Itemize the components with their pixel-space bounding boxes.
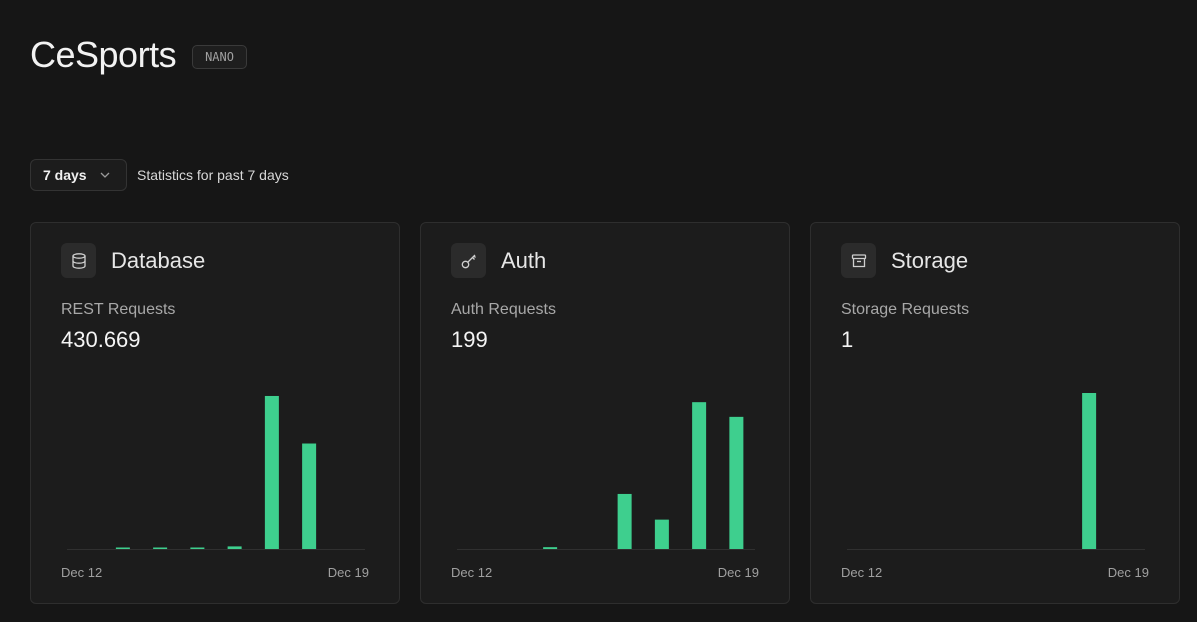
bar-dec-13[interactable] xyxy=(115,547,130,550)
bar-dec-16[interactable] xyxy=(617,493,632,549)
auth-requests-chart xyxy=(457,402,755,550)
bar-dec-18[interactable] xyxy=(302,443,317,549)
range-select[interactable]: 7 days xyxy=(30,159,127,191)
x-axis-end-label: Dec 19 xyxy=(1107,565,1149,580)
range-select-label: 7 days xyxy=(43,167,87,183)
bar-dec-16[interactable] xyxy=(227,546,242,549)
rest-requests-chart xyxy=(67,395,365,550)
filter-description: Statistics for past 7 days xyxy=(137,167,289,183)
database-card[interactable]: Database REST Requests 430.669 Dec 12 De… xyxy=(30,222,400,604)
x-axis-start-label: Dec 12 xyxy=(841,565,883,580)
bar-dec-14[interactable] xyxy=(153,547,168,550)
plan-badge: NANO xyxy=(192,45,247,69)
storage-requests-chart xyxy=(847,393,1145,550)
x-axis-start-label: Dec 12 xyxy=(61,565,103,580)
page-title: CeSports xyxy=(30,34,177,75)
x-axis-end-label: Dec 19 xyxy=(327,565,369,580)
bar-dec-19[interactable] xyxy=(729,416,744,549)
x-axis-end-label: Dec 19 xyxy=(717,565,759,580)
chevron-down-icon xyxy=(100,172,110,178)
bar-dec-14[interactable] xyxy=(543,547,558,549)
x-axis-start-label: Dec 12 xyxy=(451,565,493,580)
bar-dec-18[interactable] xyxy=(1082,393,1097,549)
storage-card[interactable]: Storage Storage Requests 1 Dec 12 Dec 19 xyxy=(810,222,1180,604)
bar-dec-17[interactable] xyxy=(654,519,669,549)
auth-card[interactable]: Auth Auth Requests 199 Dec 12 Dec 19 xyxy=(420,222,790,604)
bar-dec-18[interactable] xyxy=(692,402,707,549)
page-header: CeSports NANO xyxy=(30,34,247,76)
bar-dec-15[interactable] xyxy=(190,547,205,550)
stats-filter: 7 days Statistics for past 7 days xyxy=(30,159,289,191)
bar-dec-17[interactable] xyxy=(264,395,279,549)
